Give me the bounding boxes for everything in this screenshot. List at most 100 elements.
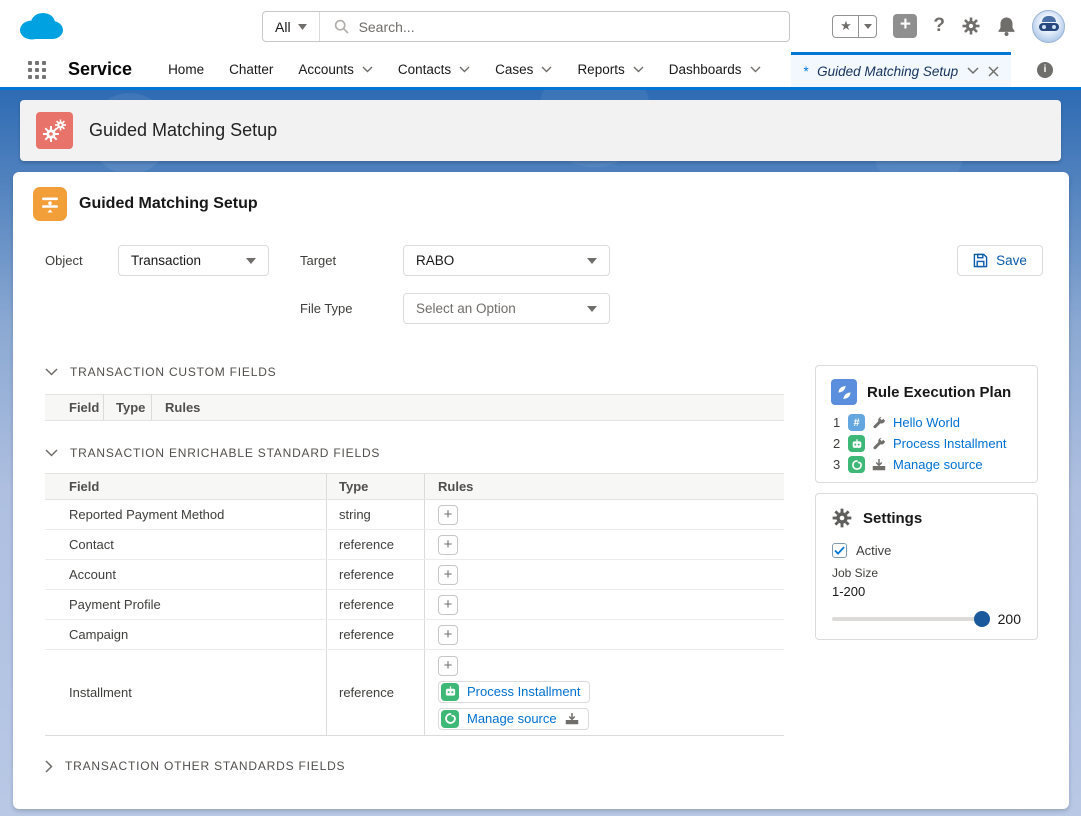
rule-label: Manage source	[467, 711, 557, 726]
chevron-down-icon	[246, 258, 256, 264]
table-row: Campaign reference +	[45, 620, 784, 650]
rep-list: 1 # Hello World 2 Process Installment 3	[833, 414, 1037, 473]
notifications-bell-icon[interactable]	[997, 16, 1016, 36]
col-field: Field	[45, 395, 104, 420]
object-select[interactable]: Transaction	[118, 245, 269, 276]
rep-item-1: 1 # Hello World	[833, 414, 1037, 431]
section-other-fields[interactable]: TRANSACTION OTHER STANDARDS FIELDS	[45, 759, 345, 773]
rule-label: Process Installment	[467, 684, 580, 699]
help-icon[interactable]: ?	[933, 15, 945, 37]
search-input[interactable]: Search...	[320, 19, 789, 35]
nav-item-cases[interactable]: Cases	[495, 62, 552, 77]
add-rule-button[interactable]: +	[438, 625, 458, 645]
active-label: Active	[856, 543, 891, 558]
settings-card: Settings Active Job Size 1-200 200	[815, 493, 1038, 640]
chevron-down-icon	[633, 66, 644, 73]
section-enrichable-fields[interactable]: TRANSACTION ENRICHABLE STANDARD FIELDS	[45, 446, 380, 460]
star-icon[interactable]: ★	[833, 16, 859, 37]
check-icon	[834, 546, 845, 555]
job-size-label: Job Size	[832, 566, 1037, 580]
save-button[interactable]: Save	[957, 245, 1043, 276]
close-icon[interactable]	[988, 66, 999, 77]
nav-item-accounts[interactable]: Accounts	[298, 62, 373, 77]
file-type-select[interactable]: Select an Option	[403, 293, 610, 324]
plugin-swirl-icon	[441, 710, 459, 728]
salesforce-logo-icon	[16, 8, 66, 44]
favorites-caret[interactable]	[859, 16, 876, 37]
col-type: Type	[104, 395, 152, 420]
section-custom-fields[interactable]: TRANSACTION CUSTOM FIELDS	[45, 365, 276, 379]
slider-thumb[interactable]	[974, 611, 990, 627]
rep-link[interactable]: Process Installment	[893, 436, 1006, 451]
table-row: Contact reference +	[45, 530, 784, 560]
avatar-cap	[1042, 16, 1056, 22]
active-checkbox[interactable]	[832, 543, 847, 558]
app-launcher-icon[interactable]	[28, 61, 46, 79]
chevron-down-icon	[298, 24, 307, 30]
plugin-swirl-icon	[848, 456, 865, 473]
search-scope-select[interactable]: All	[263, 12, 320, 41]
chevron-down-icon	[541, 66, 552, 73]
rep-title: Rule Execution Plan	[867, 384, 1011, 401]
rep-link[interactable]: Manage source	[893, 457, 983, 472]
app-name[interactable]: Service	[68, 59, 132, 80]
rule-manage-source[interactable]: Manage source	[438, 708, 589, 730]
nav-items: Home Chatter Accounts Contacts Cases Rep…	[168, 62, 760, 77]
nav-item-chatter[interactable]: Chatter	[229, 62, 273, 77]
rep-item-3: 3 Manage source	[833, 456, 1037, 473]
bot-icon	[848, 435, 865, 452]
main-card: Guided Matching Setup Object Transaction…	[13, 172, 1069, 809]
add-rule-button[interactable]: +	[438, 656, 458, 676]
unsaved-marker: *	[803, 64, 808, 79]
add-rule-button[interactable]: +	[438, 535, 458, 555]
file-type-value: Select an Option	[416, 301, 516, 316]
formula-hash-icon: #	[848, 414, 865, 431]
target-select[interactable]: RABO	[403, 245, 610, 276]
job-size-slider-row: 200	[832, 611, 1021, 627]
chevron-down-icon	[362, 66, 373, 73]
info-icon[interactable]: i	[1037, 62, 1053, 78]
chevron-down-icon	[587, 258, 597, 264]
job-size-slider[interactable]	[832, 617, 988, 621]
section-custom-title: TRANSACTION CUSTOM FIELDS	[70, 365, 276, 379]
add-rule-button[interactable]: +	[438, 595, 458, 615]
chevron-right-icon	[45, 760, 53, 773]
nav-item-dashboards[interactable]: Dashboards	[669, 62, 761, 77]
favorites-button[interactable]: ★	[832, 15, 877, 38]
bot-icon	[441, 683, 459, 701]
object-value: Transaction	[131, 253, 201, 268]
job-size-value: 200	[998, 611, 1021, 627]
global-search[interactable]: All Search...	[262, 11, 790, 42]
add-rule-button[interactable]: +	[438, 505, 458, 525]
chevron-down-icon	[459, 66, 470, 73]
rule-process-installment[interactable]: Process Installment	[438, 681, 590, 703]
search-scope-value: All	[275, 19, 291, 35]
object-label: Object	[45, 253, 83, 268]
active-tab-label: Guided Matching Setup	[817, 64, 958, 79]
rep-item-2: 2 Process Installment	[833, 435, 1037, 452]
col-field: Field	[45, 474, 327, 499]
table-header: Field Type Rules	[45, 473, 784, 500]
nav-item-contacts[interactable]: Contacts	[398, 62, 470, 77]
add-rule-button[interactable]: +	[438, 565, 458, 585]
add-button[interactable]: +	[893, 14, 917, 38]
tab-guided-matching-setup[interactable]: * Guided Matching Setup	[791, 52, 1011, 87]
job-size-range: 1-200	[832, 584, 1037, 599]
setup-gear-icon[interactable]	[961, 16, 981, 36]
chevron-down-icon	[45, 368, 58, 376]
enrichable-fields-table: Field Type Rules Reported Payment Method…	[45, 473, 784, 736]
custom-fields-table: Field Type Rules	[45, 394, 784, 421]
global-header: All Search... ★ + ?	[0, 0, 1081, 52]
wrench-icon	[872, 437, 886, 451]
table-header: Field Type Rules	[45, 394, 784, 421]
avatar[interactable]	[1032, 10, 1065, 43]
active-row: Active	[832, 543, 1037, 558]
rep-link[interactable]: Hello World	[893, 415, 960, 430]
nav-item-reports[interactable]: Reports	[577, 62, 643, 77]
target-label: Target	[300, 253, 336, 268]
chevron-down-icon[interactable]	[967, 67, 979, 75]
rep-title-row: Rule Execution Plan	[816, 366, 1037, 405]
table-row: Payment Profile reference +	[45, 590, 784, 620]
nav-item-home[interactable]: Home	[168, 62, 204, 77]
wrench-icon	[872, 416, 886, 430]
